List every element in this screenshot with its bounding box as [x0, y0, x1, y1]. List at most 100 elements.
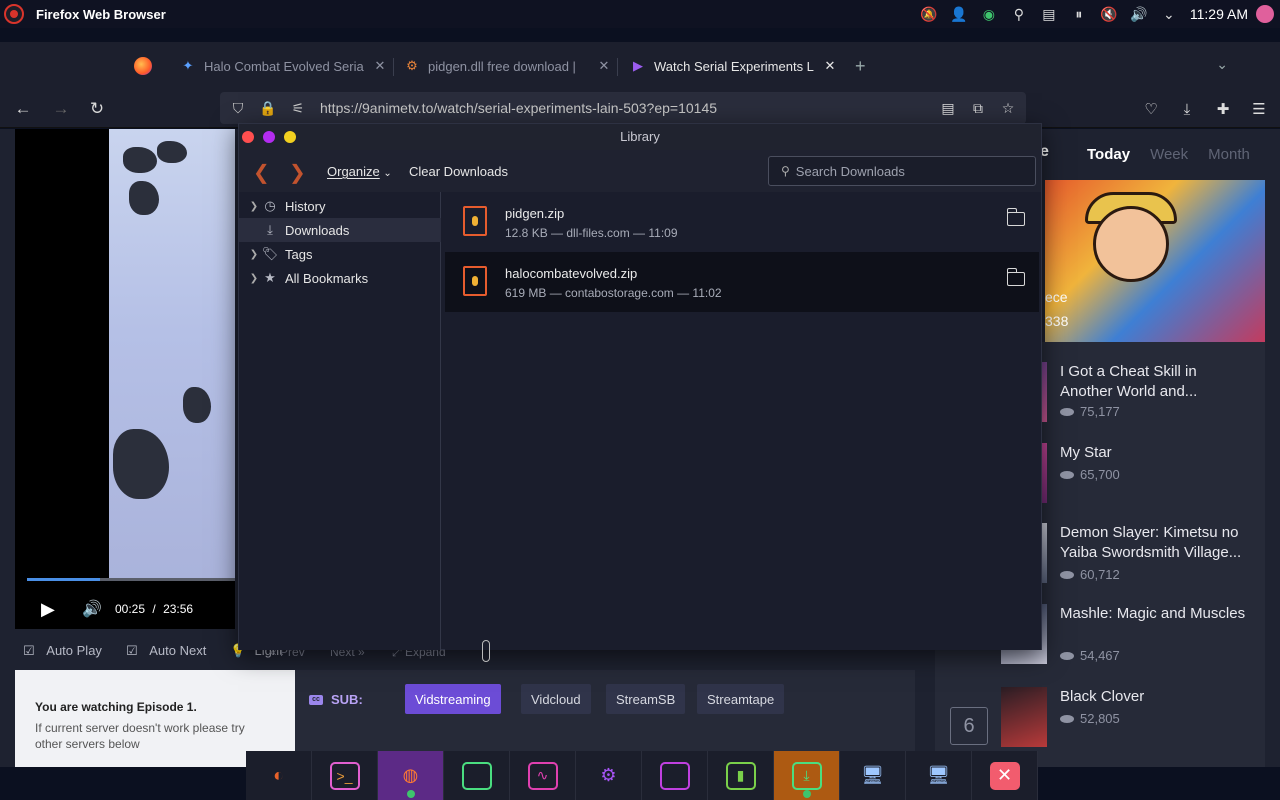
anime-title[interactable]: I Got a Cheat Skill in Another World and…	[1060, 362, 1250, 402]
menu-icon[interactable]: ☰	[1246, 96, 1272, 122]
back-button[interactable]: ←	[10, 96, 36, 122]
url-bar[interactable]: ⛉ 🔒 ⚟ https://9animetv.to/watch/serial-e…	[220, 92, 1026, 124]
organize-menu[interactable]: Organize ⌄	[327, 164, 392, 179]
search-input[interactable]	[795, 163, 1016, 179]
pocket-icon[interactable]: ♡	[1138, 96, 1164, 122]
dock-item-installer-1[interactable]: 🖥	[840, 751, 906, 800]
os-menu-icon[interactable]	[4, 4, 24, 24]
reader-view-icon[interactable]: ▤	[936, 96, 960, 120]
dock-item-downloads[interactable]: ⤓	[774, 751, 840, 800]
search-downloads[interactable]: ⚲	[768, 156, 1036, 186]
volume-icon[interactable]: 🔊	[1124, 0, 1154, 28]
url-text[interactable]: https://9animetv.to/watch/serial-experim…	[320, 100, 717, 116]
expand-icon[interactable]: ❯	[247, 273, 261, 284]
poster-thumbnail	[1001, 687, 1047, 747]
time-separator: /	[152, 602, 156, 616]
ghost-icon[interactable]: ◉	[974, 0, 1004, 28]
video-time: 00:25 / 23:56	[115, 602, 193, 616]
top-anime-title[interactable]: ece	[1045, 289, 1068, 305]
tab-halo[interactable]: ✦ Halo Combat Evolved Seria ✕	[180, 50, 388, 82]
server-streamtape-button[interactable]: Streamtape	[697, 684, 785, 714]
tab-month[interactable]: Month	[1208, 146, 1250, 163]
bookmark-star-icon[interactable]: ☆	[996, 96, 1020, 120]
user-icon[interactable]: 👤	[944, 0, 974, 28]
tab-week[interactable]: Week	[1150, 146, 1188, 163]
dock-item-settings[interactable]: ⚙	[576, 751, 642, 800]
dock: ◐ >_ ◍ ∿ ⚙ ▮ ⤓ 🖥 🖥 ✕	[246, 751, 1038, 800]
anime-title[interactable]: Black Clover	[1060, 687, 1250, 707]
lock-icon[interactable]: 🔒	[256, 96, 280, 120]
folder-icon[interactable]	[1006, 268, 1025, 286]
tab-today[interactable]: Today	[1087, 146, 1130, 163]
media-pause-icon[interactable]: ⏸	[1064, 0, 1094, 28]
list-all-tabs-button[interactable]: ⌄	[1216, 56, 1228, 73]
dock-item-launcher[interactable]: ◐	[246, 751, 312, 800]
chevron-down-icon[interactable]: ⌄	[1154, 0, 1184, 28]
dock-item-files[interactable]	[444, 751, 510, 800]
download-item[interactable]: halocombatevolved.zip 619 MB — contabost…	[445, 252, 1039, 312]
sidebar-item-history[interactable]: ❯ ◷ History	[239, 194, 441, 218]
notifications-off-icon[interactable]: 🔕	[914, 0, 944, 28]
sidebar-item-downloads[interactable]: ⤓ Downloads	[239, 218, 441, 242]
archive-icon: ▮	[725, 761, 756, 790]
dock-item-terminal[interactable]: >_	[312, 751, 378, 800]
extensions-icon[interactable]: ✚	[1210, 96, 1236, 122]
library-titlebar[interactable]: Library	[239, 124, 1041, 150]
server-streamsb-button[interactable]: StreamSB	[606, 684, 686, 714]
tab-serial-experiments[interactable]: ▶ Watch Serial Experiments L ✕	[630, 50, 838, 82]
clipboard-icon[interactable]: ▤	[1034, 0, 1064, 28]
folder-icon	[461, 761, 492, 790]
dock-item-store[interactable]	[642, 751, 708, 800]
expand-icon[interactable]: ❯	[247, 249, 261, 260]
anime-title[interactable]: Demon Slayer: Kimetsu no Yaiba Swordsmit…	[1060, 523, 1250, 563]
dock-item-installer-2[interactable]: 🖥	[906, 751, 972, 800]
downloads-icon[interactable]: ⤓	[1174, 96, 1200, 122]
tab-separator	[393, 58, 394, 76]
organize-label: Organize	[327, 164, 380, 179]
top-anime-poster[interactable]	[1045, 180, 1265, 342]
accessibility-icon[interactable]: ⚲	[1004, 0, 1034, 28]
dock-item-close[interactable]: ✕	[972, 751, 1038, 800]
dock-item-monitor[interactable]: ∿	[510, 751, 576, 800]
folder-icon[interactable]	[1006, 208, 1025, 226]
clock[interactable]: 11:29 AM	[1190, 6, 1248, 22]
video-player[interactable]: ▶ 🔊 00:25 / 23:56	[15, 129, 235, 629]
permissions-icon[interactable]: ⚟	[286, 96, 310, 120]
mute-icon[interactable]: 🔇	[1094, 0, 1124, 28]
clear-downloads-button[interactable]: Clear Downloads	[409, 164, 508, 179]
forward-arrow-icon[interactable]: ❯	[289, 160, 306, 185]
reload-button[interactable]: ↻	[84, 96, 110, 122]
sidebar-item-all-bookmarks[interactable]: ❯ ★ All Bookmarks	[239, 266, 441, 290]
avatar[interactable]	[1256, 5, 1274, 23]
sidebar-item-tags[interactable]: ❯ 🏷 Tags	[239, 242, 441, 266]
server-vidcloud-button[interactable]: Vidcloud	[521, 684, 591, 714]
video-progress-bar[interactable]	[27, 578, 235, 581]
dock-item-archive[interactable]: ▮	[708, 751, 774, 800]
firefox-view-icon[interactable]	[134, 57, 152, 75]
firefox-icon: ◍	[402, 765, 419, 785]
anime-title[interactable]: Mashle: Magic and Muscles	[1060, 604, 1250, 624]
close-icon[interactable]: ✕	[822, 58, 838, 74]
new-tab-button[interactable]: +	[855, 56, 866, 77]
launcher-icon: ◐	[273, 765, 284, 785]
volume-icon[interactable]: 🔊	[82, 599, 102, 619]
forward-button[interactable]: →	[48, 96, 74, 122]
shield-icon[interactable]: ⛉	[226, 96, 250, 120]
view-count: 54,467	[1060, 648, 1120, 663]
dock-item-firefox[interactable]: ◍	[378, 751, 444, 800]
list-item[interactable]: 6 Black Clover 52,805	[935, 677, 1265, 757]
star-icon: ★	[264, 270, 276, 285]
tab-pidgen[interactable]: ⚙ pidgen.dll free download | ✕	[404, 50, 612, 82]
auto-play-toggle[interactable]: ☑ Auto Play	[23, 643, 110, 659]
close-icon[interactable]: ✕	[596, 58, 612, 74]
sub-label: cc SUB:	[309, 692, 363, 707]
play-icon[interactable]: ▶	[41, 599, 55, 620]
auto-next-toggle[interactable]: ☑ Auto Next	[126, 643, 214, 659]
download-item[interactable]: pidgen.zip 12.8 KB — dll-files.com — 11:…	[445, 192, 1039, 252]
back-arrow-icon[interactable]: ❮	[253, 160, 270, 185]
server-vidstreaming-button[interactable]: Vidstreaming	[405, 684, 501, 714]
picture-in-picture-icon[interactable]: ⧉	[966, 96, 990, 120]
expand-icon[interactable]: ❯	[247, 201, 261, 212]
close-icon[interactable]: ✕	[372, 58, 388, 74]
anime-title[interactable]: My Star	[1060, 443, 1250, 463]
